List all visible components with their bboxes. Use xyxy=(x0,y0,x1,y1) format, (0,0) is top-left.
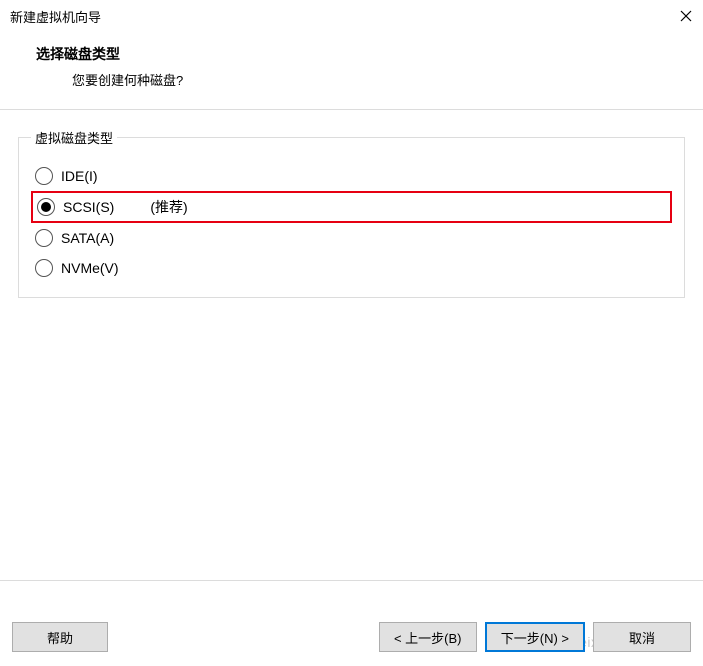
wizard-header: 选择磁盘类型 您要创建何种磁盘? xyxy=(0,32,703,109)
help-button[interactable]: 帮助 xyxy=(12,622,108,652)
radio-label: SATA(A) xyxy=(61,230,114,246)
close-icon[interactable] xyxy=(679,9,693,23)
radio-label: SCSI(S) xyxy=(63,199,114,215)
radio-icon[interactable] xyxy=(35,167,53,185)
next-button[interactable]: 下一步(N) > xyxy=(485,622,585,652)
cancel-button[interactable]: 取消 xyxy=(593,622,691,652)
page-title: 选择磁盘类型 xyxy=(36,44,679,64)
recommended-label: (推荐) xyxy=(150,197,187,217)
radio-label: NVMe(V) xyxy=(61,260,119,276)
window-title: 新建虚拟机向导 xyxy=(10,7,101,26)
group-legend: 虚拟磁盘类型 xyxy=(31,128,117,147)
radio-icon[interactable] xyxy=(35,259,53,277)
radio-option-ide[interactable]: IDE(I) xyxy=(31,161,672,191)
page-subtitle: 您要创建何种磁盘? xyxy=(36,70,679,89)
titlebar: 新建虚拟机向导 xyxy=(0,0,703,32)
disk-type-group: 虚拟磁盘类型 IDE(I) SCSI(S) (推荐) SATA(A) NVMe(… xyxy=(18,128,685,298)
radio-option-nvme[interactable]: NVMe(V) xyxy=(31,253,672,283)
radio-option-scsi[interactable]: SCSI(S) (推荐) xyxy=(31,191,672,223)
button-bar: 帮助 < 上一步(B) 下一步(N) > 取消 xyxy=(0,622,703,652)
radio-icon[interactable] xyxy=(37,198,55,216)
radio-option-sata[interactable]: SATA(A) xyxy=(31,223,672,253)
radio-icon[interactable] xyxy=(35,229,53,247)
radio-label: IDE(I) xyxy=(61,168,98,184)
content-area: 虚拟磁盘类型 IDE(I) SCSI(S) (推荐) SATA(A) NVMe(… xyxy=(0,109,703,581)
back-button[interactable]: < 上一步(B) xyxy=(379,622,477,652)
